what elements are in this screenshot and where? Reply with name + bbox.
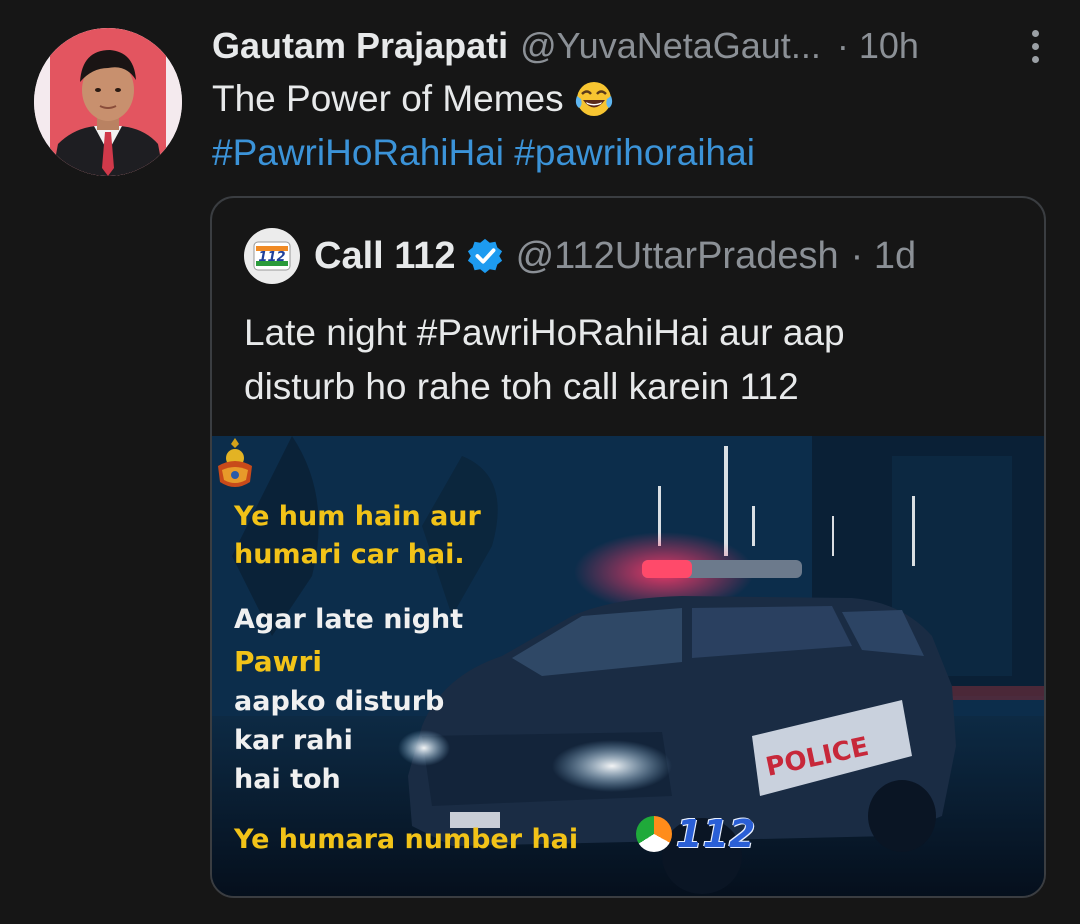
tweet-header: Gautam Prajapati @YuvaNetaGaut... · 10h: [212, 22, 1050, 70]
author-name[interactable]: Gautam Prajapati: [212, 25, 508, 67]
quoted-tweet-text: Late night #PawriHoRahiHai aur aap distu…: [244, 306, 964, 414]
quoted-tweet-time[interactable]: · 1d: [851, 235, 916, 278]
verified-badge-icon: [467, 238, 502, 274]
meme-line-8: Ye humara number hai: [234, 824, 579, 855]
more-vertical-icon[interactable]: [1026, 28, 1044, 66]
meme-line-6: kar rahi: [234, 725, 353, 756]
meme-line-2: humari car hai.: [234, 539, 465, 570]
face-with-tears-of-joy-icon: [575, 82, 612, 116]
quoted-tweet-header: 112 Call 112 @112UttarPradesh · 1d: [244, 228, 1024, 284]
meme-line-1: Ye hum hain aur: [234, 501, 481, 532]
tweet-time[interactable]: · 10h: [837, 25, 919, 67]
up-police-crest-icon: [218, 438, 252, 487]
meme-text-block: aapko disturb kar rahi hai toh: [234, 682, 494, 799]
author-avatar[interactable]: [34, 28, 182, 176]
tweet-hashtags[interactable]: #PawriHoRahiHai #pawrihoraihai: [212, 126, 1012, 180]
meme-line-3: Agar late night: [234, 604, 464, 635]
call-112-logo[interactable]: 112: [244, 228, 300, 284]
tweet-body: The Power of Memes #PawriHoRahiHai #pawr…: [212, 72, 1012, 180]
quoted-text-line-2: disturb ho rahe toh call karein 112: [244, 366, 799, 407]
quoted-author-handle[interactable]: @112UttarPradesh: [516, 235, 839, 278]
quoted-author-name[interactable]: Call 112: [314, 235, 456, 278]
meme-number-text: 112: [676, 812, 756, 856]
quoted-text-line-1: Late night #PawriHoRahiHai aur aap: [244, 312, 845, 353]
meme-112-number: 112: [636, 812, 755, 856]
meme-line-4: Pawri: [234, 645, 322, 678]
tweet-text-line: The Power of Memes: [212, 72, 1012, 126]
quoted-tweet-image[interactable]: POLICE Ye hum hain aur humari car hai. A…: [212, 436, 1044, 896]
meme-line-5: aapko disturb: [234, 686, 445, 717]
meme-text-line-1: Ye hum hain aur humari car hai.: [234, 498, 554, 574]
tweet-text: The Power of Memes: [212, 78, 564, 119]
meme-line-7: hai toh: [234, 764, 341, 795]
author-handle[interactable]: @YuvaNetaGaut...: [520, 25, 821, 67]
quoted-tweet[interactable]: 112 Call 112 @112UttarPradesh · 1d Late …: [210, 196, 1046, 898]
phone-icon: [636, 816, 672, 852]
logo-text: 112: [258, 250, 285, 265]
